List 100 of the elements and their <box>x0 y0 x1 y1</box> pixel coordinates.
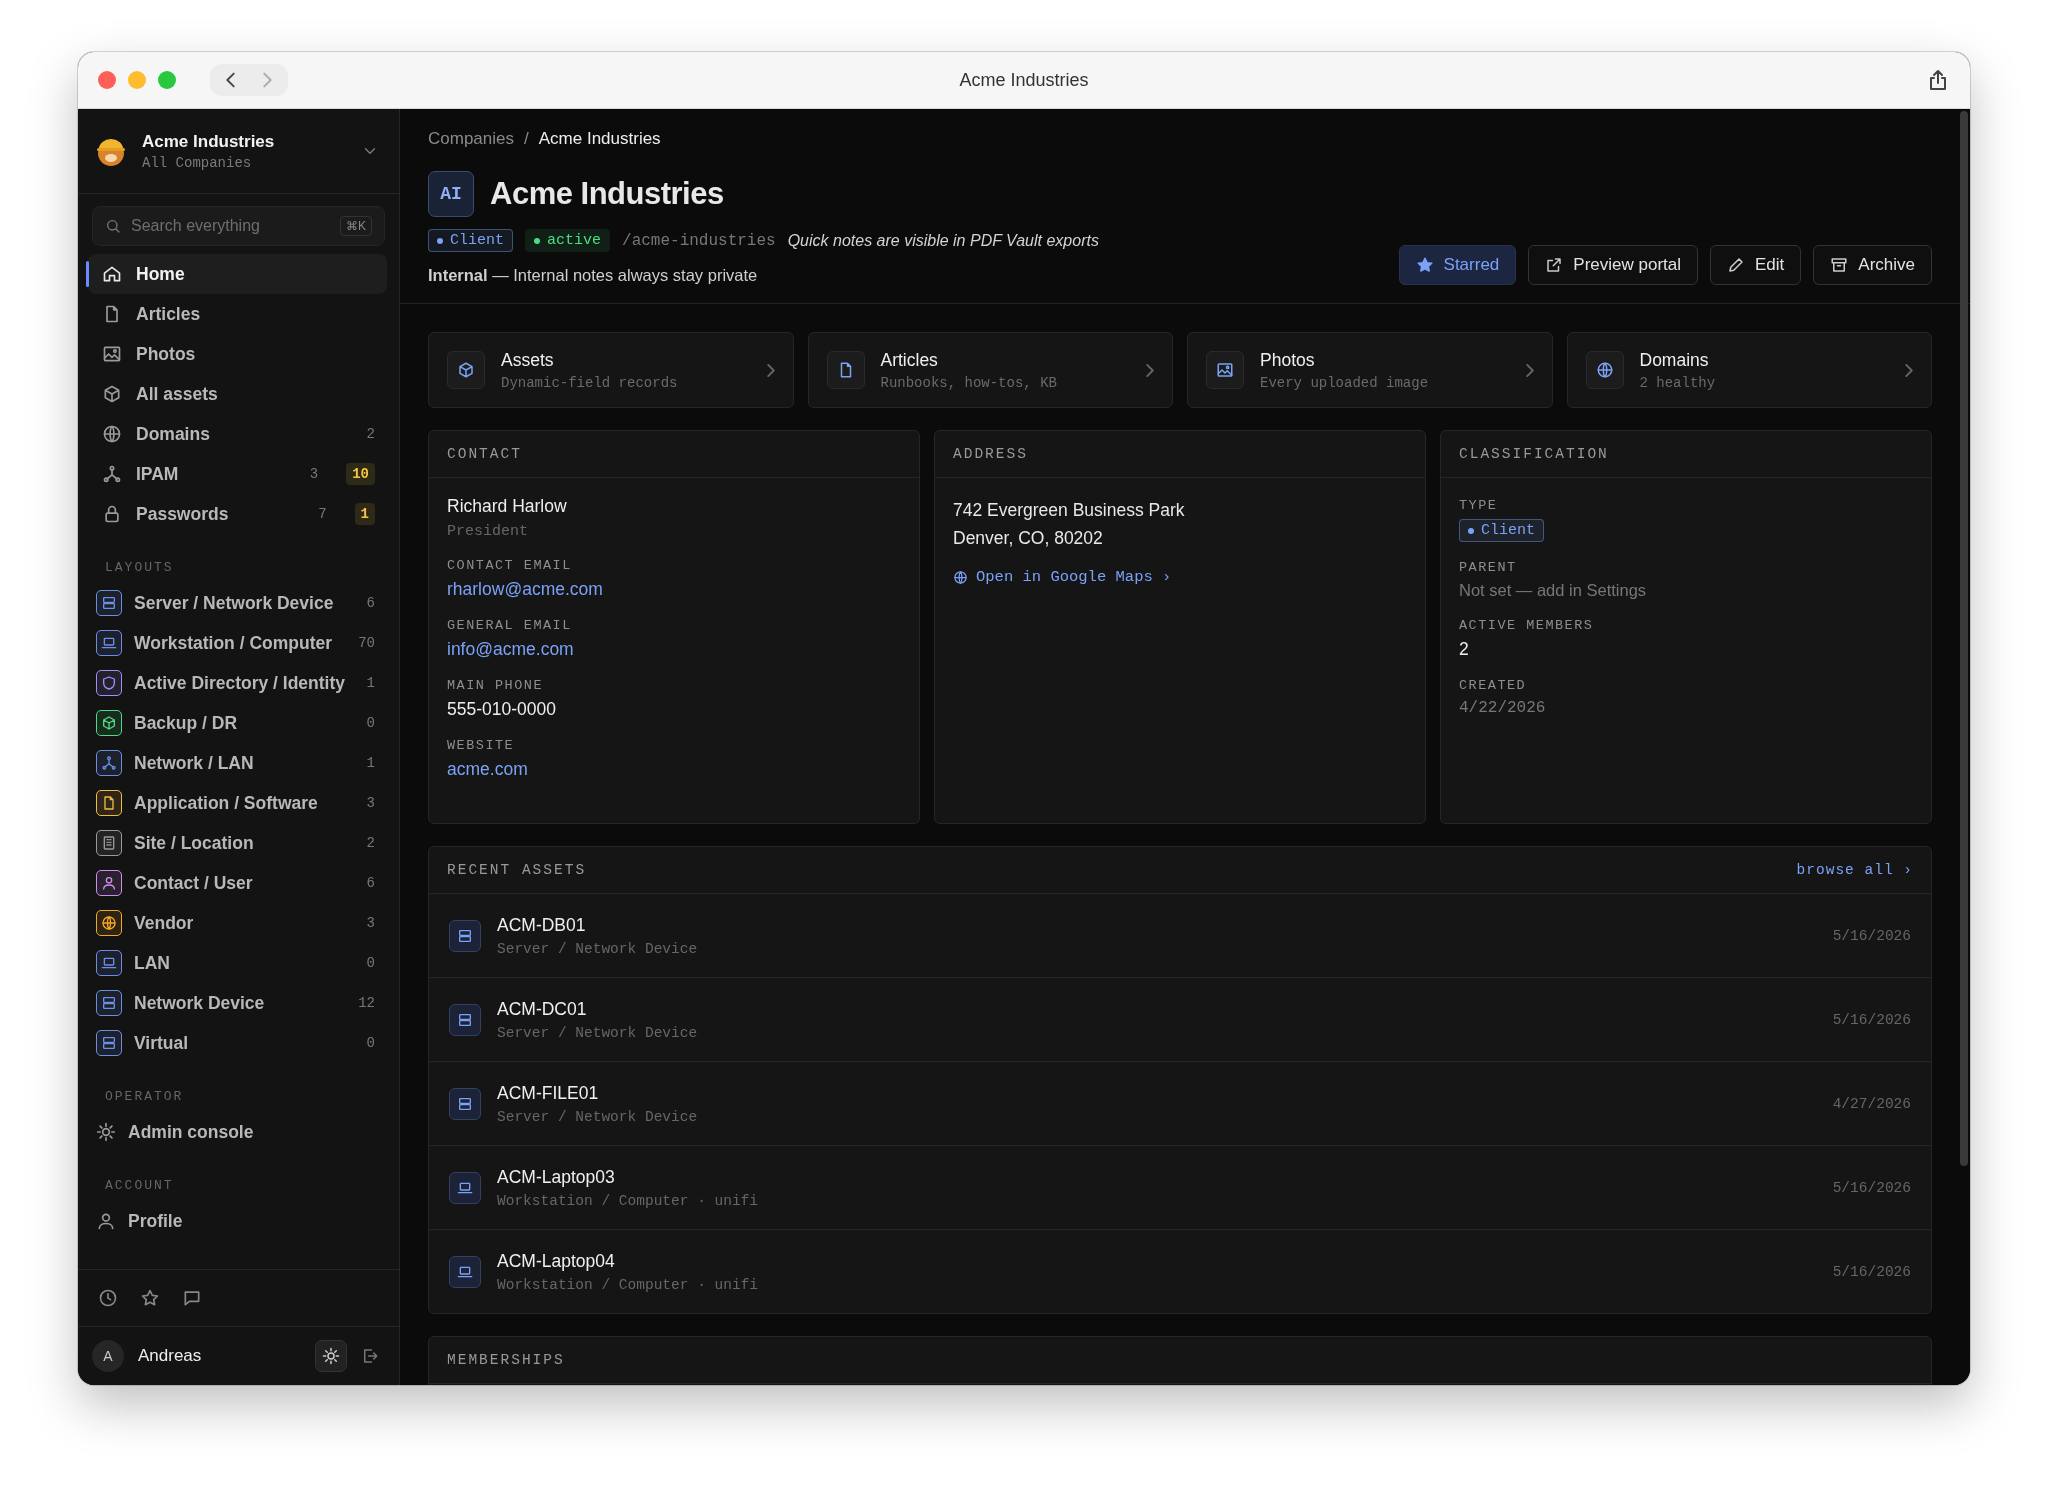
search-field[interactable]: Search everything ⌘K <box>92 206 385 246</box>
nav-item[interactable]: Articles <box>88 294 387 334</box>
field-value: 2 <box>1459 639 1470 660</box>
nav-item[interactable]: Server / Network Device 6 <box>88 583 387 623</box>
item-count: 3 <box>309 466 319 482</box>
star-icon[interactable] <box>140 1288 160 1308</box>
nav-item[interactable]: Admin console <box>88 1112 387 1152</box>
browse-all-link[interactable]: browse all › <box>1796 862 1913 878</box>
quick-link-card[interactable]: Photos Every uploaded image <box>1187 332 1553 408</box>
quick-link-card[interactable]: Domains 2 healthy <box>1566 332 1932 408</box>
field-label: MAIN PHONE <box>447 678 544 693</box>
company-slug: /acme-industries <box>622 231 776 250</box>
quick-link-card[interactable]: Assets Dynamic-field records <box>428 332 794 408</box>
pencil-icon <box>1727 256 1745 274</box>
item-count: 1 <box>366 755 375 771</box>
server-icon <box>457 927 473 944</box>
server-icon <box>457 1095 473 1112</box>
person-icon <box>101 875 117 891</box>
card-subtitle: Runbooks, how-tos, KB <box>880 374 1057 391</box>
cube-icon <box>102 384 122 404</box>
scrollbar[interactable] <box>1960 111 1968 1166</box>
chevron-right-icon <box>1525 363 1534 377</box>
asset-date: 5/16/2026 <box>1832 1011 1911 1028</box>
map-link[interactable]: Open in Google Maps › <box>976 568 1172 586</box>
nav-item[interactable]: Backup / DR 0 <box>88 703 387 743</box>
chat-icon[interactable] <box>182 1288 202 1308</box>
nav-item[interactable]: Network / LAN 1 <box>88 743 387 783</box>
quick-link-card[interactable]: Articles Runbooks, how-tos, KB <box>807 332 1173 408</box>
nav-item[interactable]: Site / Location 2 <box>88 823 387 863</box>
laptop-icon <box>101 635 117 651</box>
item-count: 1 <box>366 675 375 691</box>
field-label: GENERAL EMAIL <box>447 618 573 633</box>
archive-button[interactable]: Archive <box>1813 245 1932 285</box>
asset-row[interactable]: ACM-Laptop04 Workstation / Computer · unifi 5/16/2026 <box>429 1230 1931 1313</box>
globe-icon <box>1595 361 1614 379</box>
link[interactable]: acme.com <box>447 759 901 780</box>
card-subtitle: Every uploaded image <box>1260 374 1429 391</box>
nav-item[interactable]: Passwords 7 1 <box>88 494 387 534</box>
field-label: CREATED <box>1459 678 1528 693</box>
company-scope: All Companies <box>142 154 253 171</box>
search-icon <box>105 218 121 234</box>
nav-item[interactable]: Network Device 12 <box>88 983 387 1023</box>
breadcrumb-item: Acme Industries <box>538 129 661 149</box>
globe-icon <box>953 569 968 585</box>
link[interactable]: rharlow@acme.com <box>447 579 901 600</box>
chevron-right-icon <box>1905 363 1913 377</box>
item-count: 2 <box>366 835 375 851</box>
field-value: 4/22/2026 <box>1459 699 1547 717</box>
clock-icon[interactable] <box>98 1288 118 1308</box>
theme-button[interactable] <box>315 1340 347 1372</box>
nav-item[interactable]: Workstation / Computer 70 <box>88 623 387 663</box>
card-subtitle: Dynamic-field records <box>501 374 678 391</box>
field-value: Not set — add in Settings <box>1459 581 1648 600</box>
nav-item[interactable]: Domains 2 <box>88 414 387 454</box>
asset-name: ACM-Laptop04 <box>497 1250 616 1272</box>
edit-button[interactable]: Edit <box>1710 245 1802 285</box>
shortcut-hint: ⌘K <box>340 216 372 236</box>
page-title: Acme Industries <box>490 176 724 212</box>
link[interactable]: info@acme.com <box>447 639 901 660</box>
item-count: 3 <box>366 795 375 811</box>
search-placeholder: Search everything <box>131 217 260 235</box>
internal-note: Internal — Internal notes always stay private <box>428 266 759 285</box>
asset-date: 4/27/2026 <box>1832 1095 1911 1112</box>
asset-type: Server / Network Device <box>497 1024 698 1041</box>
user-avatar: A <box>92 1340 124 1372</box>
nav-item[interactable]: Virtual 0 <box>88 1023 387 1063</box>
nav-item[interactable]: LAN 0 <box>88 943 387 983</box>
nav-item[interactable]: Profile <box>88 1201 387 1241</box>
nav-item[interactable]: Active Directory / Identity 1 <box>88 663 387 703</box>
item-count: 12 <box>358 995 375 1011</box>
card-heading: ADDRESS <box>953 446 1028 462</box>
item-count: 7 <box>318 506 327 522</box>
nav-item[interactable]: Home <box>88 254 387 294</box>
contact-name: Richard Harlow <box>447 496 568 517</box>
preview-button[interactable]: Preview portal <box>1528 245 1698 285</box>
nav-item[interactable]: Photos <box>88 334 387 374</box>
nav-item[interactable]: All assets <box>88 374 387 414</box>
card-heading: CLASSIFICATION <box>1459 446 1609 462</box>
card-heading: MEMBERSHIPS <box>447 1352 565 1368</box>
nav-item[interactable]: Application / Software 3 <box>88 783 387 823</box>
nav-item[interactable]: Vendor 3 <box>88 903 387 943</box>
star-button[interactable]: Starred <box>1398 245 1517 285</box>
asset-row[interactable]: ACM-Laptop03 Workstation / Computer · unifi 5/16/2026 <box>429 1146 1931 1230</box>
chevron-right-icon <box>1146 363 1154 377</box>
breadcrumb-item[interactable]: Companies <box>428 129 514 149</box>
address-line: Denver, CO, 80202 <box>953 527 1104 550</box>
asset-row[interactable]: ACM-DB01 Server / Network Device 5/16/2026 <box>429 894 1931 978</box>
lock-icon <box>102 504 122 524</box>
asset-row[interactable]: ACM-FILE01 Server / Network Device 4/27/2026 <box>429 1062 1931 1146</box>
close-button[interactable] <box>98 71 116 89</box>
asset-date: 5/16/2026 <box>1832 1179 1911 1196</box>
field-label: TYPE <box>1459 498 1499 513</box>
network-icon <box>102 464 122 484</box>
logout-icon[interactable] <box>361 1347 379 1365</box>
tag: Client <box>428 229 513 252</box>
nav-item[interactable]: IPAM 3 10 <box>88 454 387 494</box>
asset-row[interactable]: ACM-DC01 Server / Network Device 5/16/2026 <box>429 978 1931 1062</box>
nav-item[interactable]: Contact / User 6 <box>88 863 387 903</box>
asset-type: Workstation / Computer · unifi <box>497 1276 759 1293</box>
item-count: 0 <box>366 1035 375 1051</box>
